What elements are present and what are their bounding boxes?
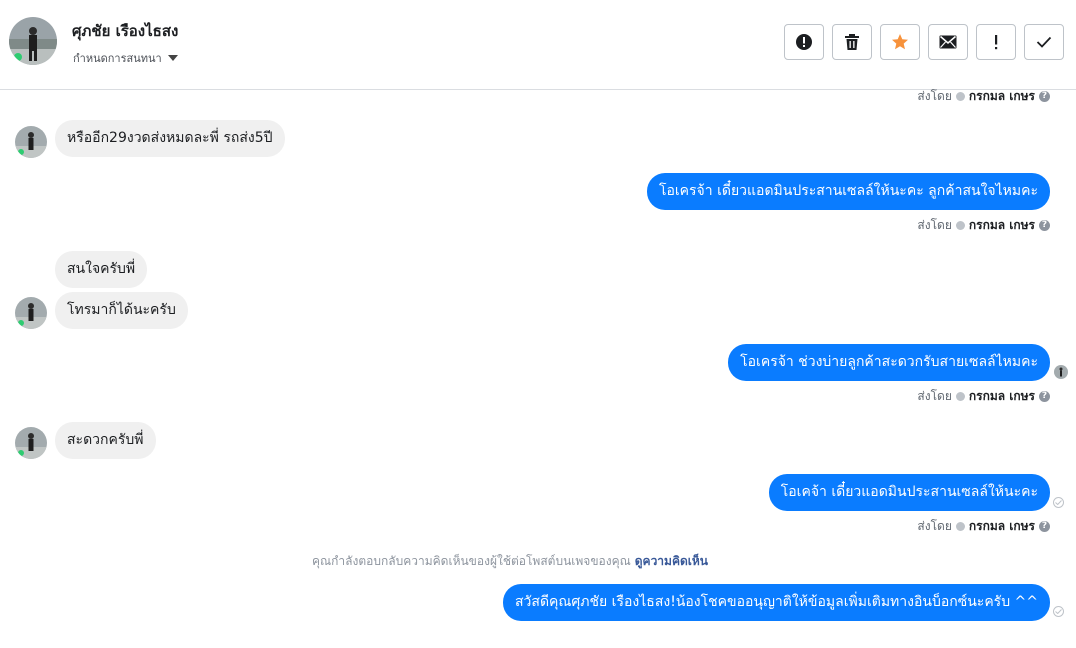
contact-avatar-small[interactable]: [15, 126, 47, 158]
conversation-settings-dropdown[interactable]: กำหนดการสนทนา: [73, 49, 178, 67]
alert-circle-icon: [795, 33, 813, 51]
contact-name[interactable]: ศุภชัย เรืองไธสง: [72, 19, 178, 43]
help-icon[interactable]: ?: [1039, 520, 1050, 532]
verified-dot-icon: [955, 91, 965, 101]
message-bubble-incoming[interactable]: สนใจครับพี่: [55, 251, 148, 288]
mark-unread-button[interactable]: [928, 24, 968, 60]
message-bubble-outgoing[interactable]: สวัสดีคุณศุภชัย เรืองไธสง!น้องโชคขออนุญา…: [503, 584, 1050, 621]
verified-dot-icon: [955, 521, 965, 531]
sent-by-meta: ส่งโดย กรกมล เกษร ?: [917, 217, 1050, 233]
message-bubble-incoming[interactable]: สะดวกครับพี่: [55, 422, 156, 459]
view-comment-link[interactable]: ดูความคิดเห็น: [635, 554, 708, 568]
exclamation-icon: [993, 34, 999, 50]
star-button[interactable]: [880, 24, 920, 60]
sent-by-meta: ส่งโดย กรกมล เกษร ?: [917, 88, 1050, 104]
report-button[interactable]: [784, 24, 824, 60]
message-bubble-outgoing[interactable]: โอเครจ้า เดี๋ยวแอดมินประสานเซลล์ให้นะคะ …: [646, 173, 1050, 210]
message-bubble-outgoing[interactable]: โอเคจ้า เดี๋ยวแอดมินประสานเซลล์ให้นะคะ: [768, 474, 1050, 511]
sent-by-label: ส่งโดย: [917, 518, 952, 533]
verified-dot-icon: [955, 220, 965, 230]
sender-name[interactable]: กรกมล เกษร: [969, 387, 1035, 406]
verified-dot-icon: [955, 391, 965, 401]
help-icon[interactable]: ?: [1039, 390, 1050, 402]
contact-avatar[interactable]: [9, 17, 57, 65]
comment-reply-notice-text: คุณกำลังตอบกลับความคิดเห็นของผู้ใช้ต่อโพ…: [312, 554, 631, 568]
sender-name[interactable]: กรกมล เกษร: [969, 87, 1035, 106]
envelope-icon: [939, 35, 957, 49]
message-bubble-outgoing[interactable]: โอเครจ้า ช่วงบ่ายลูกค้าสะดวกรับสายเซลล์ไ…: [728, 344, 1050, 381]
message-bubble-incoming[interactable]: หรืออีก29งวดส่งหมดละพี่ รถส่ง5ปี: [55, 120, 285, 157]
delete-button[interactable]: [832, 24, 872, 60]
trash-icon: [844, 33, 860, 51]
done-button[interactable]: [1024, 24, 1064, 60]
sender-name[interactable]: กรกมล เกษร: [969, 517, 1035, 536]
star-icon: [891, 33, 909, 51]
conversation-settings-label: กำหนดการสนทนา: [73, 52, 162, 65]
check-icon: [1036, 36, 1052, 48]
sent-by-label: ส่งโดย: [917, 88, 952, 103]
read-receipt-avatar: [1054, 365, 1068, 379]
comment-reply-notice: คุณกำลังตอบกลับความคิดเห็นของผู้ใช้ต่อโพ…: [312, 552, 708, 571]
contact-avatar-small[interactable]: [15, 297, 47, 329]
sent-by-meta: ส่งโดย กรกมล เกษร ?: [917, 388, 1050, 404]
help-icon[interactable]: ?: [1039, 219, 1050, 231]
delivered-check-icon: [1053, 497, 1064, 508]
sent-by-meta: ส่งโดย กรกมล เกษร ?: [917, 518, 1050, 534]
sender-name[interactable]: กรกมล เกษร: [969, 216, 1035, 235]
sent-by-label: ส่งโดย: [917, 388, 952, 403]
sent-by-label: ส่งโดย: [917, 217, 952, 232]
caret-down-icon: [167, 55, 178, 61]
important-button[interactable]: [976, 24, 1016, 60]
conversation-header: ศุภชัย เรืองไธสง กำหนดการสนทนา: [0, 0, 1076, 90]
contact-avatar-small[interactable]: [15, 427, 47, 459]
delivered-check-icon: [1053, 606, 1064, 617]
message-bubble-incoming[interactable]: โทรมาก็ได้นะครับ: [55, 292, 188, 329]
help-icon[interactable]: ?: [1039, 90, 1050, 102]
